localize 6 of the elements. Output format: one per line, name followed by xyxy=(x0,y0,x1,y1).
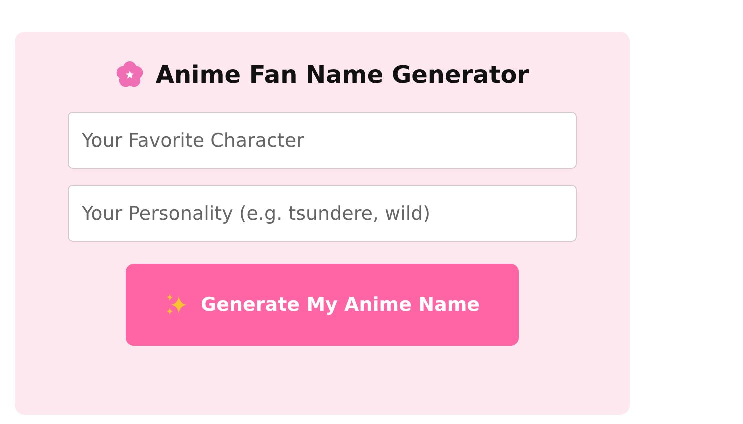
sparkles-icon xyxy=(164,293,189,317)
generate-button[interactable]: Generate My Anime Name xyxy=(126,264,519,346)
text-field[interactable]: Your Favorite Character xyxy=(68,112,577,169)
flower-icon xyxy=(116,61,144,89)
page-title: Anime Fan Name Generator xyxy=(156,60,530,91)
text-field[interactable]: Your Personality (e.g. tsundere, wild) xyxy=(68,185,577,242)
